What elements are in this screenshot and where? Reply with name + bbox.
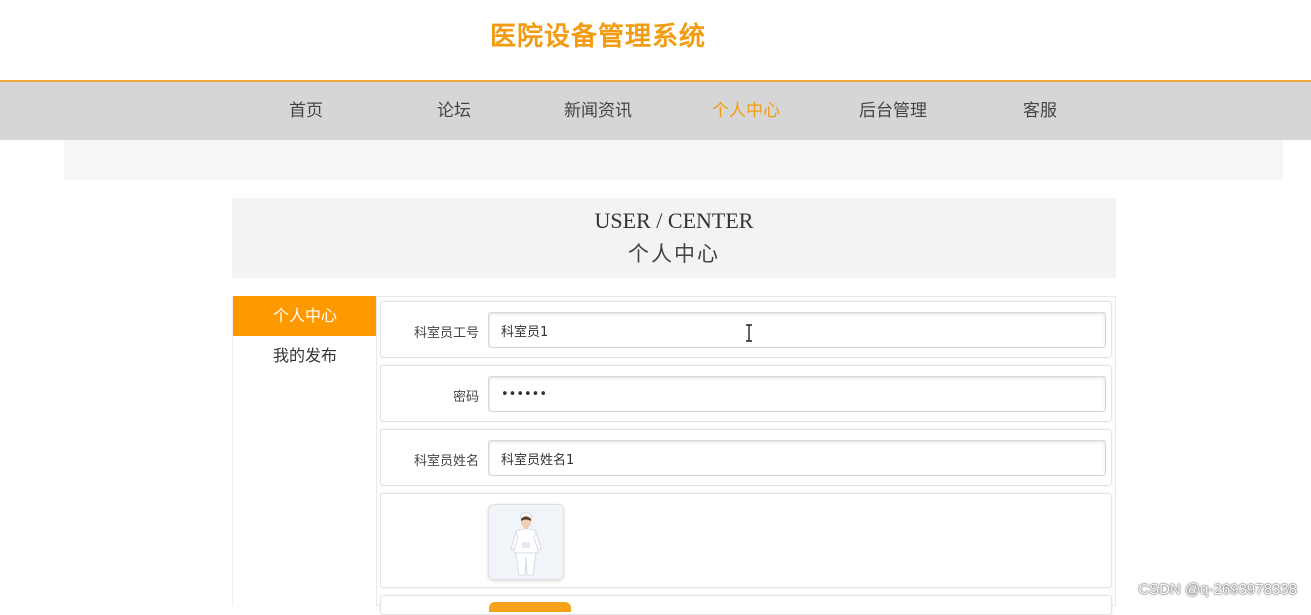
profile-form: 科室员工号 密码 科室员姓名: [376, 296, 1116, 606]
nav-item-service[interactable]: 客服: [980, 82, 1100, 140]
nav-item-admin[interactable]: 后台管理: [833, 82, 953, 140]
nav-item-home[interactable]: 首页: [246, 82, 366, 140]
form-row-password: 密码: [380, 365, 1112, 422]
section-header-en: USER / CENTER: [232, 208, 1116, 234]
nav-item-user-center[interactable]: 个人中心: [686, 82, 806, 140]
sidebar-item-my-posts[interactable]: 我的发布: [233, 336, 377, 376]
site-title: 医院设备管理系统: [0, 0, 1196, 80]
form-row-actions: [380, 595, 1112, 615]
staff-id-input[interactable]: [488, 312, 1106, 348]
sidebar-item-user-center[interactable]: 个人中心: [233, 296, 377, 336]
staff-name-input[interactable]: [488, 440, 1106, 476]
nav-item-forum[interactable]: 论坛: [394, 82, 514, 140]
text-cursor-icon: [744, 324, 754, 342]
sidebar: 个人中心 我的发布: [232, 296, 377, 606]
submit-button[interactable]: [489, 602, 571, 612]
watermark: CSDN @q-2693978338: [1138, 581, 1297, 598]
nav-item-news[interactable]: 新闻资讯: [538, 82, 658, 140]
staff-id-label: 科室员工号: [381, 322, 479, 341]
form-row-staff-name: 科室员姓名: [380, 429, 1112, 486]
password-input[interactable]: [488, 376, 1106, 412]
staff-name-label: 科室员姓名: [381, 450, 479, 469]
nurse-photo-icon: [489, 505, 563, 579]
section-header-cn: 个人中心: [232, 238, 1116, 268]
password-label: 密码: [381, 386, 479, 405]
avatar[interactable]: [488, 504, 564, 580]
form-row-avatar: [380, 493, 1112, 588]
banner-strip: [64, 140, 1283, 180]
section-header: USER / CENTER 个人中心: [232, 198, 1116, 278]
main-nav: 首页 论坛 新闻资讯 个人中心 后台管理 客服: [0, 80, 1311, 140]
